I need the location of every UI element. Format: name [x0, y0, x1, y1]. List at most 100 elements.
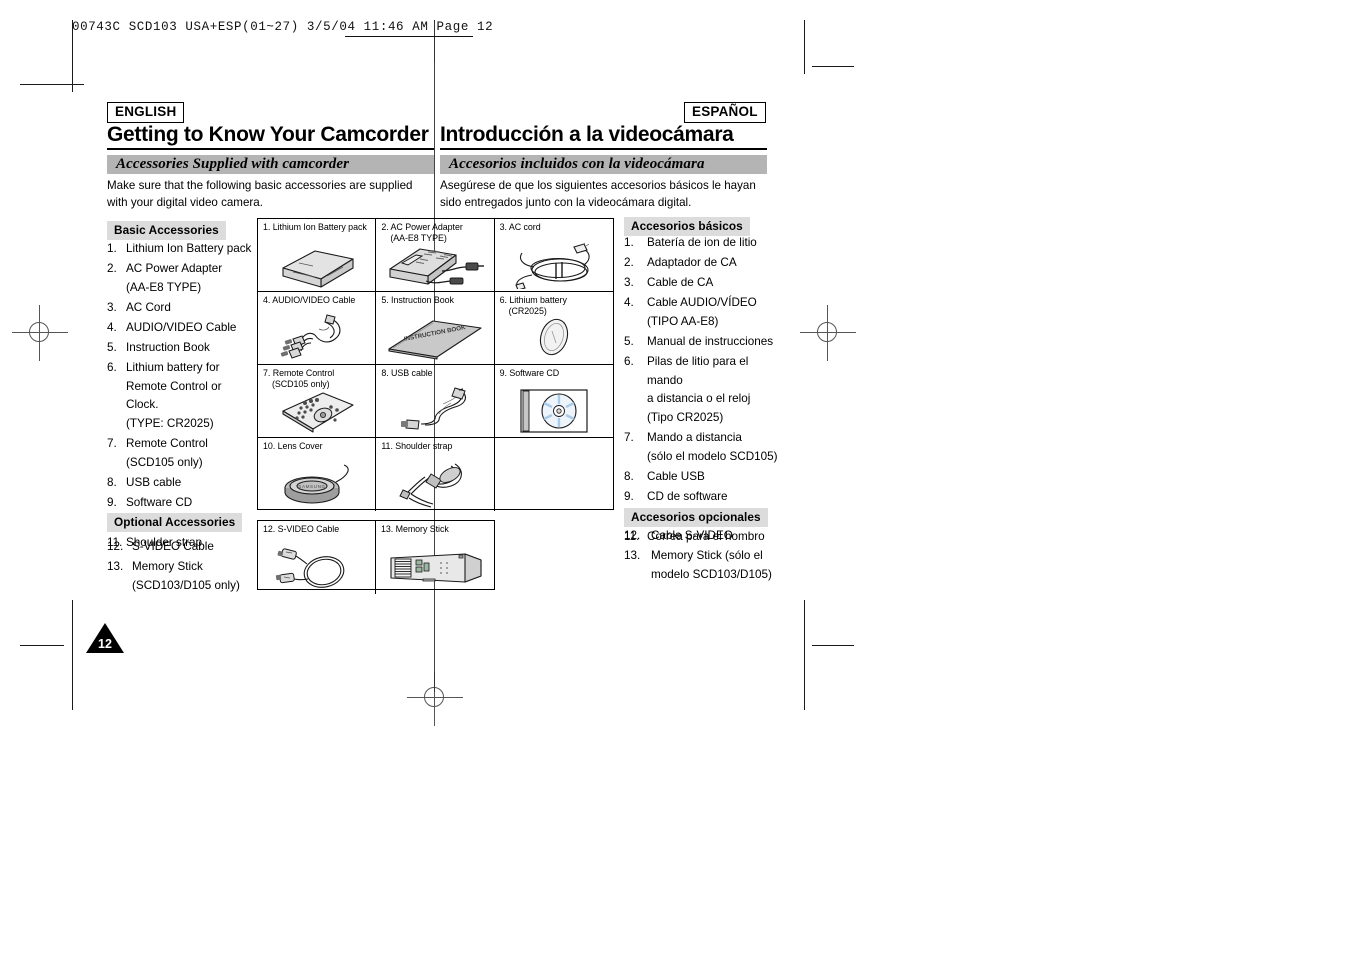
list-item: 1. Lithium Ion Battery pack — [107, 240, 257, 259]
list-item-label: Manual de instrucciones — [647, 334, 774, 348]
accessory-cell: 6. Lithium battery (CR2025) — [494, 292, 613, 365]
list-item-label-continued: modelo SCD103/D105) — [651, 567, 772, 581]
s-video-cable-icon — [258, 543, 375, 593]
software-cd-icon — [495, 386, 613, 436]
list-item: 9. Software CD — [107, 494, 257, 513]
list-item-number: 9. — [624, 489, 634, 503]
accessory-cell: 10. Lens Cover SAMSUNG — [258, 438, 377, 511]
optional-accessories-list-english: 12. S-VIDEO Cable 13. Memory Stick (SCD103/D… — [107, 538, 257, 597]
list-item-number: 9. — [107, 495, 117, 509]
list-item-number: 13. — [107, 560, 124, 574]
list-item: 13. Memory Stick (SCD103/D105 only) — [107, 558, 257, 595]
list-item-label: Instruction Book — [126, 340, 210, 354]
accessory-caption: 5. Instruction Book — [381, 295, 454, 305]
list-item: 5. Manual de instrucciones — [624, 333, 784, 352]
accessory-caption: 11. Shoulder strap — [381, 441, 453, 451]
list-item-label: Pilas de litio para el mando a distancia … — [647, 353, 784, 427]
shoulder-strap-icon — [376, 460, 493, 510]
list-item: 12. S-VIDEO Cable — [107, 538, 257, 557]
accessory-cell: 12. S-VIDEO Cable — [258, 521, 376, 594]
accessory-cell: 2. AC Power Adapter (AA-E8 TYPE) — [376, 219, 495, 292]
crop-mark-top-right-vertical — [804, 20, 805, 74]
page-number-text: 12 — [98, 637, 112, 651]
list-item-label: Batería de ion de litio — [647, 236, 757, 249]
accessory-grid-row: 12. S-VIDEO Cable 13. Memory Stick — [258, 521, 494, 594]
section-band-english: Accessories Supplied with camcorder — [107, 155, 434, 174]
list-item-label: Cable S-VIDEO — [651, 529, 733, 542]
accessory-caption: 4. AUDIO/VIDEO Cable — [263, 295, 356, 305]
crop-mark-bottom-right-vertical — [804, 600, 805, 710]
list-item-number: 7. — [624, 430, 634, 444]
accessory-cell: 4. AUDIO/VIDEO Cable — [258, 292, 377, 365]
optional-accessory-image-grid: 12. S-VIDEO Cable 13. Memory Stick — [257, 520, 495, 594]
list-item-number: 2. — [107, 262, 117, 276]
subheading-optional-accessories-spanish: Accesorios opcionales — [624, 508, 768, 527]
list-item: 2. Adaptador de CA — [624, 254, 784, 273]
language-badge-spanish: ESPAÑOL — [684, 102, 766, 124]
instruction-book-icon: INSTRUCTION BOOK — [376, 313, 493, 363]
list-item-number: 5. — [107, 340, 117, 354]
accessory-caption: 10. Lens Cover — [263, 441, 323, 451]
list-item-label: Lithium battery for Remote Control or Clo… — [126, 359, 257, 433]
crop-mark-bottom-right-horizontal — [812, 645, 854, 646]
accessory-cell: 3. AC cord — [494, 219, 613, 292]
accessory-image-grid: 1. Lithium Ion Battery pack 2. AC Power … — [257, 218, 614, 511]
list-item-number: 5. — [624, 334, 634, 348]
list-item: 6. Pilas de litio para el mando a distanci… — [624, 353, 784, 427]
accessory-cell: 9. Software CD — [494, 365, 613, 438]
list-item: 6. Lithium battery for Remote Control or C… — [107, 359, 257, 433]
accessory-caption: 1. Lithium Ion Battery pack — [263, 222, 367, 232]
language-badge-english: ENGLISH — [107, 102, 185, 124]
list-item-number: 2. — [624, 256, 634, 270]
optional-accessories-list-spanish: 12. Cable S-VIDEO 13. Memory Stick (sólo el… — [624, 527, 784, 586]
registration-target-right — [800, 305, 856, 361]
list-item: 4. Cable AUDIO/VÍDEO (TIPO AA-E8) — [624, 294, 784, 331]
accessory-cell: 1. Lithium Ion Battery pack — [258, 219, 377, 292]
list-item-label: USB cable — [126, 475, 182, 489]
crop-mark-top-right-horizontal — [812, 66, 854, 67]
subheading-optional-accessories-english: Optional Accessories — [107, 513, 243, 532]
list-item-number: 4. — [107, 320, 117, 334]
list-item-label: AC Cord — [126, 300, 171, 314]
list-item-number: 12. — [107, 540, 124, 553]
list-item-number: 6. — [624, 355, 634, 369]
accessory-grid-row: 4. AUDIO/VIDEO Cable 5. Instruction Book — [258, 292, 613, 365]
list-item-label: Mando a distancia (sólo el modelo SCD105) — [647, 429, 784, 466]
coin-battery-icon — [495, 313, 613, 363]
list-item-label-continued: (SCD105 only) — [126, 455, 203, 469]
list-item: 8. Cable USB — [624, 468, 784, 487]
usb-cable-icon — [376, 386, 493, 436]
accessory-caption: 8. USB cable — [381, 368, 433, 378]
list-item: 3. Cable de CA — [624, 274, 784, 293]
list-item-number: 6. — [107, 361, 117, 375]
accessory-cell-empty — [495, 438, 613, 511]
list-item: 5. Instruction Book — [107, 339, 257, 358]
page-title-spanish: Introducción a la videocámara — [440, 123, 734, 146]
list-item-label: Cable de CA — [647, 276, 714, 290]
list-item-number: 4. — [624, 296, 634, 310]
list-item-label-continued: (AA-E8 TYPE) — [126, 280, 202, 294]
list-item-label: S-VIDEO Cable — [132, 540, 214, 553]
battery-pack-icon — [258, 240, 375, 290]
crop-mark-bottom-left-horizontal — [20, 645, 64, 646]
list-item-number: 7. — [107, 436, 117, 450]
list-item: 8. USB cable — [107, 474, 257, 493]
accessory-caption: 9. Software CD — [499, 368, 560, 378]
accessory-cell: 7. Remote Control (SCD105 only) — [258, 365, 377, 438]
memory-stick-icon — [376, 543, 494, 593]
list-item: 4. AUDIO/VIDEO Cable — [107, 319, 257, 338]
list-item-label-continued: (Tipo CR2025) — [647, 410, 724, 424]
list-item-label: Cable USB — [647, 469, 705, 483]
list-item: 2. AC Power Adapter (AA-E8 TYPE) — [107, 260, 257, 297]
list-item: 7. Remote Control (SCD105 only) — [107, 435, 257, 472]
accessory-caption: 3. AC cord — [499, 222, 541, 232]
list-item-label-continued: Remote Control or Clock. — [126, 379, 222, 412]
list-item-label: AC Power Adapter (AA-E8 TYPE) — [126, 260, 257, 297]
list-item: 1. Batería de ion de litio — [624, 234, 784, 253]
list-item: 13. Memory Stick (sólo el modelo SCD103/D1… — [624, 547, 784, 584]
accessory-cell: 5. Instruction Book INSTRUCTION BOOK — [376, 292, 495, 365]
list-item: 9. CD de software — [624, 488, 784, 507]
list-item-number: 3. — [107, 300, 117, 314]
page-title-english: Getting to Know Your Camcorder — [107, 123, 429, 146]
accessory-cell: 11. Shoulder strap — [376, 438, 495, 511]
